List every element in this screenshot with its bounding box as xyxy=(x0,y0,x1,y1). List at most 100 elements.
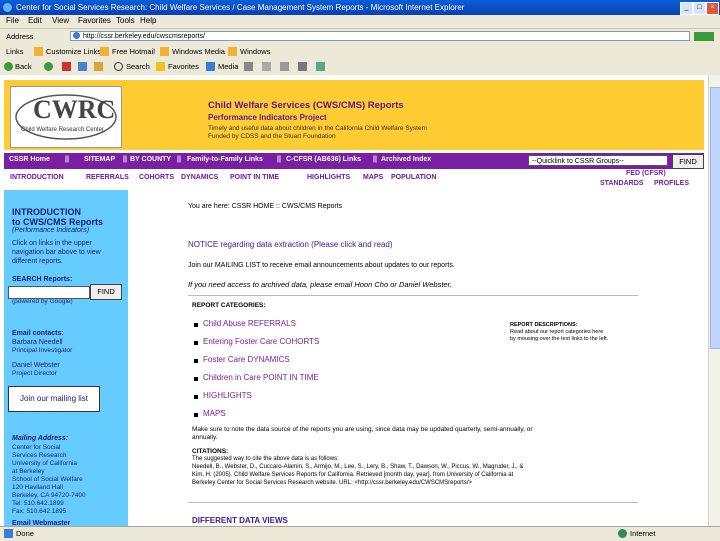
archive-note[interactable]: If you need access to archived data, ple… xyxy=(188,280,452,289)
header-tagline: Timely and useful data about children in… xyxy=(208,125,427,132)
vertical-scrollbar[interactable] xyxy=(708,75,720,526)
search-icon[interactable] xyxy=(114,62,123,71)
links-label: Links xyxy=(6,47,24,56)
mailing-list-text[interactable]: Join our MAILING LIST to receive email a… xyxy=(188,262,455,269)
link-customize[interactable]: Customize Links xyxy=(46,47,101,56)
category-dynamics[interactable]: Foster Care DYNAMICS xyxy=(203,355,290,364)
nav-separator: || xyxy=(123,156,127,163)
menu-edit[interactable]: Edit xyxy=(28,16,42,25)
nav-cohorts[interactable]: COHORTS xyxy=(139,174,174,181)
nav-introduction[interactable]: INTRODUCTION xyxy=(10,174,64,181)
category-maps[interactable]: MAPS xyxy=(203,409,226,418)
sidebar-address-line: Services Research xyxy=(12,452,67,459)
nav-dynamics[interactable]: DYNAMICS xyxy=(181,174,218,181)
forward-arrow-icon[interactable] xyxy=(44,62,53,71)
bullet-icon xyxy=(194,341,198,345)
divider xyxy=(188,295,638,296)
link-windows-media[interactable]: Windows Media xyxy=(172,47,225,56)
sidebar-email-label: Email contacts: xyxy=(12,330,64,337)
nav-by-county[interactable]: BY COUNTY xyxy=(130,156,171,163)
bullet-icon xyxy=(194,377,198,381)
notice-link[interactable]: NOTICE regarding data extraction (Please… xyxy=(188,240,393,249)
sidebar-contact-2[interactable]: Daniel Webster xyxy=(12,362,60,369)
quicklink-find-button[interactable]: FIND xyxy=(672,154,704,169)
report-categories-label: REPORT CATEGORIES: xyxy=(192,302,266,309)
sidebar-contact-2-role: Project Director xyxy=(12,370,57,377)
favorites-button[interactable]: Favorites xyxy=(168,62,199,71)
nav-referrals[interactable]: REFERRALS xyxy=(86,174,129,181)
favorites-star-icon[interactable] xyxy=(156,62,165,71)
status-text: Done xyxy=(16,529,34,538)
minimize-button[interactable]: _ xyxy=(680,2,693,15)
links-bar: Links Customize Links Free Hotmail Windo… xyxy=(0,44,720,59)
nav-profiles[interactable]: PROFILES xyxy=(654,180,689,187)
menu-tools[interactable]: Tools xyxy=(116,16,135,25)
sidebar-contact-1-role: Principal Investigator xyxy=(12,347,73,354)
address-input[interactable]: http://cssr.berkeley.edu/cwscmsreports/ xyxy=(70,31,690,41)
close-button[interactable]: × xyxy=(706,2,719,15)
address-label: Address xyxy=(6,32,34,41)
nav-highlights[interactable]: HIGHLIGHTS xyxy=(307,174,350,181)
maximize-button[interactable]: □ xyxy=(693,2,706,15)
menu-file[interactable]: File xyxy=(6,16,19,25)
stop-icon[interactable] xyxy=(62,62,71,71)
sidebar-search-find-button[interactable]: FIND xyxy=(90,284,122,300)
link-icon xyxy=(228,47,237,56)
link-windows[interactable]: Windows xyxy=(240,47,270,56)
history-icon[interactable] xyxy=(244,62,253,71)
media-button[interactable]: Media xyxy=(218,62,238,71)
nav-point-in-time[interactable]: POINT IN TIME xyxy=(230,174,279,181)
cwrc-logo[interactable]: CWRC Child Welfare Research Center xyxy=(10,86,122,148)
category-referrals[interactable]: Child Abuse REFERRALS xyxy=(203,319,296,328)
quicklink-value: --Quicklink to CSSR Groups-- xyxy=(532,158,624,165)
discuss-icon[interactable] xyxy=(316,62,325,71)
mail-icon[interactable] xyxy=(262,62,271,71)
print-icon[interactable] xyxy=(280,62,289,71)
category-highlights[interactable]: HIGHLIGHTS xyxy=(203,391,252,400)
link-hotmail[interactable]: Free Hotmail xyxy=(112,47,155,56)
go-button[interactable] xyxy=(694,32,714,41)
sidebar-address-line: Tel: 510.642.1899 xyxy=(12,500,64,507)
nav-archived-index[interactable]: Archived Index xyxy=(381,156,431,163)
window-title-bar: Center for Social Services Research: Chi… xyxy=(0,0,720,15)
refresh-icon[interactable] xyxy=(78,62,87,71)
menu-help[interactable]: Help xyxy=(140,16,156,25)
nav-cssr-home[interactable]: CSSR Home xyxy=(9,156,50,163)
page-subtitle: Performance Indicators Project xyxy=(208,113,327,122)
nav-family-to-family[interactable]: Family-to-Family Links xyxy=(187,156,263,163)
menu-favorites[interactable]: Favorites xyxy=(78,16,111,25)
back-arrow-icon[interactable] xyxy=(4,62,13,71)
search-button[interactable]: Search xyxy=(126,62,150,71)
nav-maps[interactable]: MAPS xyxy=(363,174,383,181)
scrollbar-thumb[interactable] xyxy=(710,87,720,349)
sidebar-address-line: Fax: 510.642.1895 xyxy=(12,508,67,515)
nav-standards[interactable]: STANDARDS xyxy=(600,180,643,187)
home-icon[interactable] xyxy=(94,62,103,71)
report-descriptions-label: REPORT DESCRIPTIONS: xyxy=(510,322,578,328)
quicklink-select[interactable]: --Quicklink to CSSR Groups-- xyxy=(528,155,668,166)
page-title: Child Welfare Services (CWS/CMS) Reports xyxy=(208,100,404,111)
bullet-icon xyxy=(194,359,198,363)
sidebar-search-input[interactable] xyxy=(8,286,90,299)
category-cohorts[interactable]: Entering Foster Care COHORTS xyxy=(203,337,319,346)
bullet-icon xyxy=(194,413,198,417)
page-done-icon xyxy=(4,529,13,538)
join-mailing-list-button[interactable]: Join our mailing list xyxy=(8,386,100,412)
back-button[interactable]: Back xyxy=(15,62,32,71)
sidebar-contact-1[interactable]: Barbara Needell xyxy=(12,339,63,346)
sidebar-address-line: Berkeley, CA 94720-7400 xyxy=(12,492,86,499)
nav-sitemap[interactable]: SITEMAP xyxy=(84,156,115,163)
media-icon[interactable] xyxy=(206,62,215,71)
citation-line[interactable]: Berkeley Center for Social Services Rese… xyxy=(192,480,472,486)
sidebar-intro-sub: (Performance Indicators) xyxy=(12,227,90,234)
nav-c-cfsr-links[interactable]: C-CFSR (AB636) Links xyxy=(286,156,361,163)
bullet-icon xyxy=(194,395,198,399)
edit-icon[interactable] xyxy=(298,62,307,71)
nav-population[interactable]: POPULATION xyxy=(391,174,436,181)
nav-fed-cfsr[interactable]: FED (CFSR) xyxy=(626,170,666,177)
different-data-views-heading: DIFFERENT DATA VIEWS xyxy=(192,516,288,525)
category-point-in-time[interactable]: Children in Care POINT IN TIME xyxy=(203,373,319,382)
menu-view[interactable]: View xyxy=(52,16,69,25)
citation-line: Kim, H. (2005). Child Welfare Services R… xyxy=(192,472,514,478)
page-icon xyxy=(73,32,80,39)
